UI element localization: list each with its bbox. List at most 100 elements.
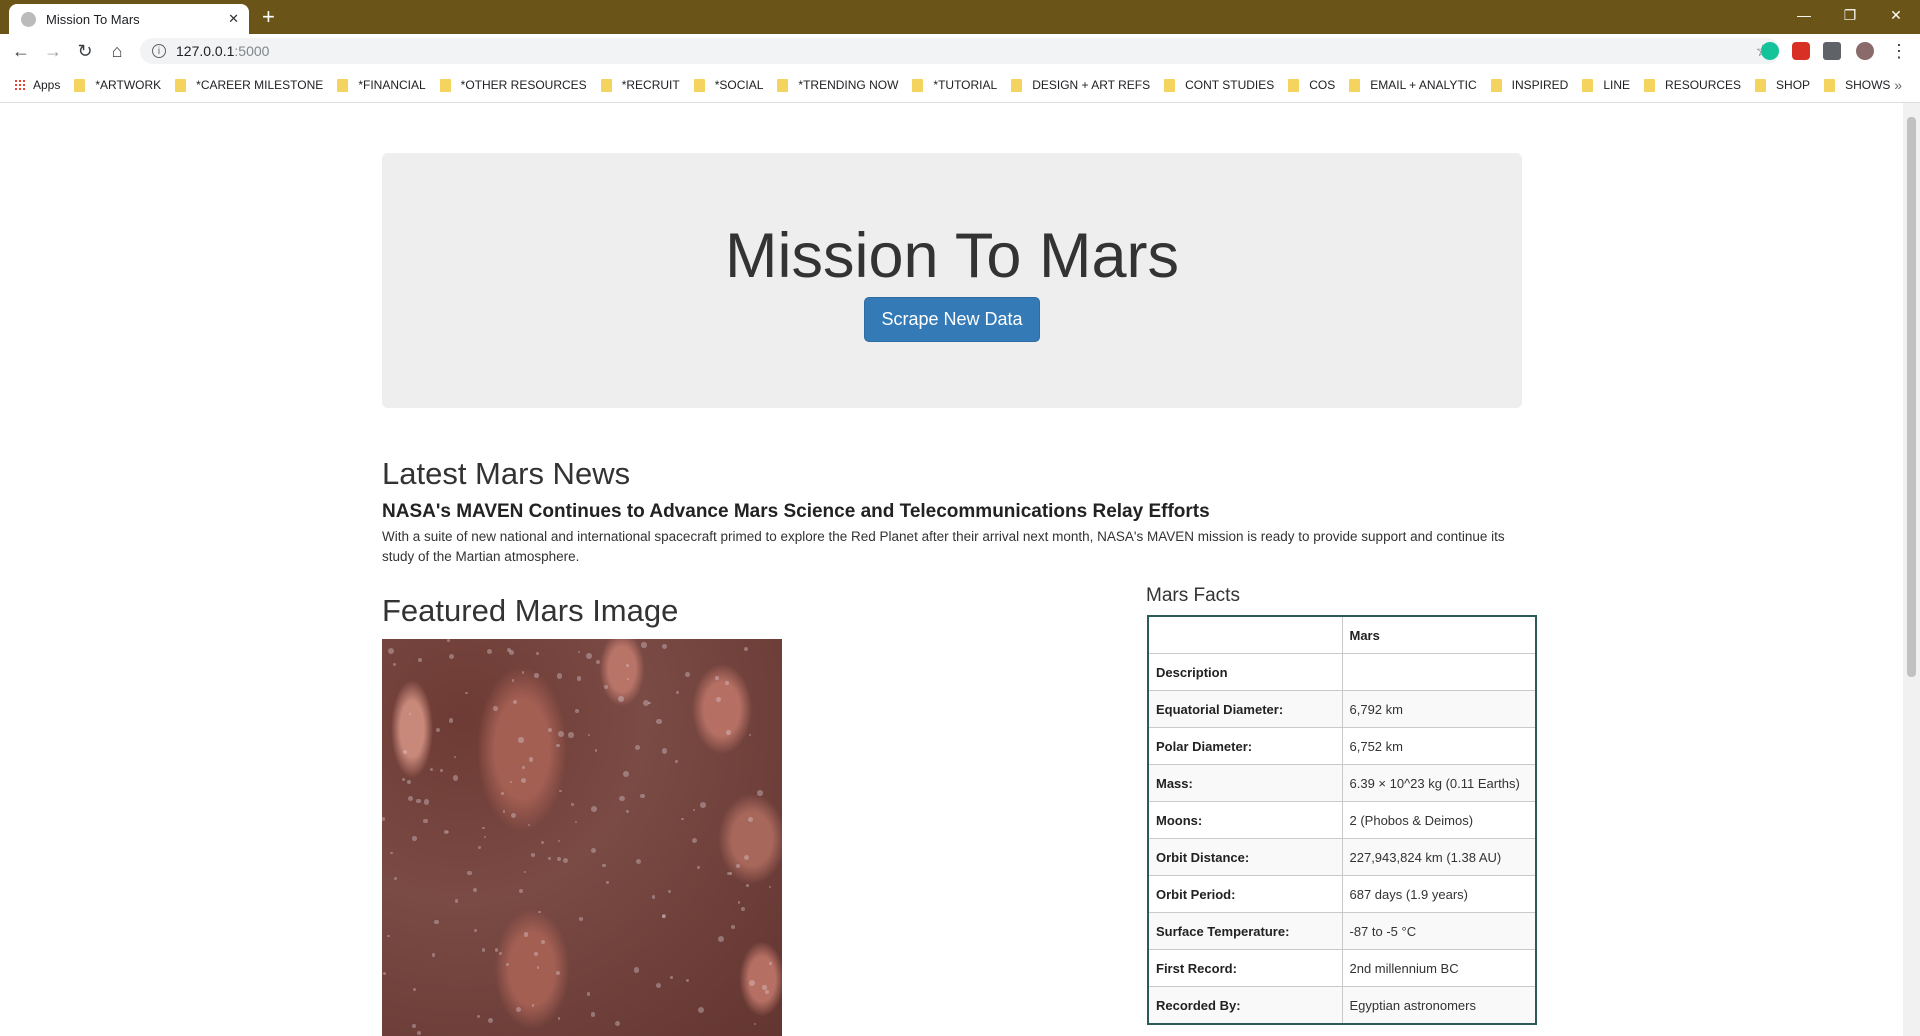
profile-avatar[interactable]	[1856, 42, 1874, 60]
apps-grid-icon	[14, 79, 26, 91]
image-texture	[417, 657, 422, 662]
image-texture	[511, 679, 515, 682]
bookmark-folder[interactable]: CONT STUDIES	[1164, 78, 1274, 92]
bookmark-folder[interactable]: INSPIRED	[1490, 78, 1568, 92]
image-texture	[656, 718, 662, 724]
image-texture	[748, 733, 752, 736]
table-cell: 227,943,824 km (1.38 AU)	[1341, 838, 1537, 876]
image-texture	[412, 987, 416, 992]
folder-icon	[1755, 78, 1767, 92]
forward-icon[interactable]: →	[40, 39, 66, 63]
table-cell: Mass:	[1147, 764, 1343, 802]
scrape-button[interactable]: Scrape New Data	[864, 297, 1040, 342]
image-texture	[528, 757, 534, 762]
image-texture	[508, 650, 514, 656]
home-icon[interactable]: ⌂	[104, 39, 130, 63]
bookmark-folder[interactable]: RESOURCES	[1644, 78, 1741, 92]
image-texture	[521, 777, 527, 783]
page-scrollbar[interactable]	[1903, 103, 1920, 1036]
extensions-puzzle-icon[interactable]	[1823, 42, 1841, 60]
image-texture	[715, 696, 722, 702]
table-row: Surface Temperature: -87 to -5 °C	[1147, 912, 1537, 950]
table-row: First Record: 2nd millennium BC	[1147, 949, 1537, 987]
image-texture	[585, 652, 592, 659]
bookmark-folder[interactable]: *SOCIAL	[693, 78, 763, 92]
browser-toolbar: ← → ↻ ⌂ i 127.0.0.1 :5000 ☆ ⋮	[0, 34, 1920, 68]
bookmark-folder[interactable]: *RECRUIT	[600, 78, 680, 92]
table-cell: Equatorial Diameter:	[1147, 690, 1343, 728]
table-cell: Orbit Distance:	[1147, 838, 1343, 876]
restore-icon[interactable]: ❐	[1827, 0, 1873, 30]
window-close-icon[interactable]: ✕	[1873, 0, 1919, 30]
image-texture	[434, 919, 439, 925]
image-texture	[452, 775, 458, 781]
table-cell: 6,752 km	[1341, 727, 1537, 765]
image-texture	[769, 885, 772, 888]
table-row: Moons: 2 (Phobos & Deimos)	[1147, 801, 1537, 839]
menu-dots-icon[interactable]: ⋮	[1886, 39, 1912, 63]
extension-badge-icon[interactable]	[1792, 42, 1810, 60]
image-texture	[651, 895, 656, 899]
bookmark-folder[interactable]: SHOP	[1755, 78, 1810, 92]
image-texture	[407, 779, 412, 784]
image-texture	[685, 978, 689, 982]
image-texture	[676, 691, 680, 695]
folder-icon	[1288, 78, 1300, 92]
image-texture	[579, 917, 583, 921]
image-texture	[633, 967, 640, 974]
table-cell: Description	[1147, 653, 1343, 691]
table-cell: 687 days (1.9 years)	[1341, 875, 1537, 913]
image-texture	[481, 948, 486, 953]
image-texture	[740, 907, 745, 912]
image-texture	[486, 648, 493, 655]
image-texture	[515, 1007, 521, 1013]
image-texture	[411, 1024, 416, 1028]
bookmark-folder[interactable]: DESIGN + ART REFS	[1011, 78, 1150, 92]
bookmark-folder[interactable]: EMAIL + ANALYTIC	[1349, 78, 1477, 92]
table-cell: Orbit Period:	[1147, 875, 1343, 913]
scrollbar-thumb[interactable]	[1907, 117, 1916, 677]
reload-icon[interactable]: ↻	[72, 39, 98, 63]
bookmark-folder[interactable]: SHOWS	[1824, 78, 1890, 92]
bookmark-folder[interactable]: *TUTORIAL	[912, 78, 997, 92]
image-texture	[605, 880, 609, 884]
bookmark-folder[interactable]: *OTHER RESOURCES	[439, 78, 587, 92]
folder-icon	[1824, 78, 1836, 92]
bookmark-folder[interactable]: *ARTWORK	[74, 78, 161, 92]
more-bookmarks-icon[interactable]: »	[1894, 77, 1902, 93]
image-texture	[422, 818, 428, 824]
image-texture	[769, 961, 773, 965]
image-texture	[635, 858, 641, 864]
image-texture	[448, 653, 455, 660]
bookmark-folder[interactable]: LINE	[1582, 78, 1630, 92]
image-texture	[382, 817, 386, 821]
back-icon[interactable]: ←	[8, 39, 34, 63]
table-cell: Polar Diameter:	[1147, 727, 1343, 765]
address-bar[interactable]: i 127.0.0.1 :5000 ☆	[140, 38, 1780, 64]
bookmark-folder[interactable]: *FINANCIAL	[337, 78, 426, 92]
image-texture	[494, 948, 499, 953]
image-texture	[558, 731, 565, 738]
new-tab-icon[interactable]: +	[262, 4, 275, 30]
folder-icon	[1582, 78, 1594, 92]
image-texture	[743, 646, 749, 651]
image-texture	[521, 766, 525, 770]
table-row: Recorded By: Egyptian astronomers	[1147, 986, 1537, 1025]
image-texture	[473, 887, 477, 892]
grammarly-extension-icon[interactable]	[1761, 42, 1779, 60]
image-texture	[533, 952, 538, 956]
bookmark-folder[interactable]: COS	[1288, 78, 1335, 92]
info-icon[interactable]: i	[152, 44, 166, 58]
jumbotron: Mission To Mars Scrape New Data	[382, 153, 1522, 408]
image-texture	[623, 771, 630, 777]
minimize-icon[interactable]: —	[1781, 0, 1827, 30]
image-texture	[537, 910, 541, 914]
bookmark-folder[interactable]: *CAREER MILESTONE	[175, 78, 323, 92]
image-texture	[670, 976, 673, 979]
bookmark-folder[interactable]: *TRENDING NOW	[777, 78, 898, 92]
image-texture	[499, 952, 503, 955]
close-icon[interactable]: ✕	[228, 11, 239, 27]
table-row: Equatorial Diameter: 6,792 km	[1147, 690, 1537, 728]
bookmark-apps[interactable]: Apps	[14, 78, 60, 92]
browser-tab[interactable]: Mission To Mars ✕	[9, 4, 249, 34]
